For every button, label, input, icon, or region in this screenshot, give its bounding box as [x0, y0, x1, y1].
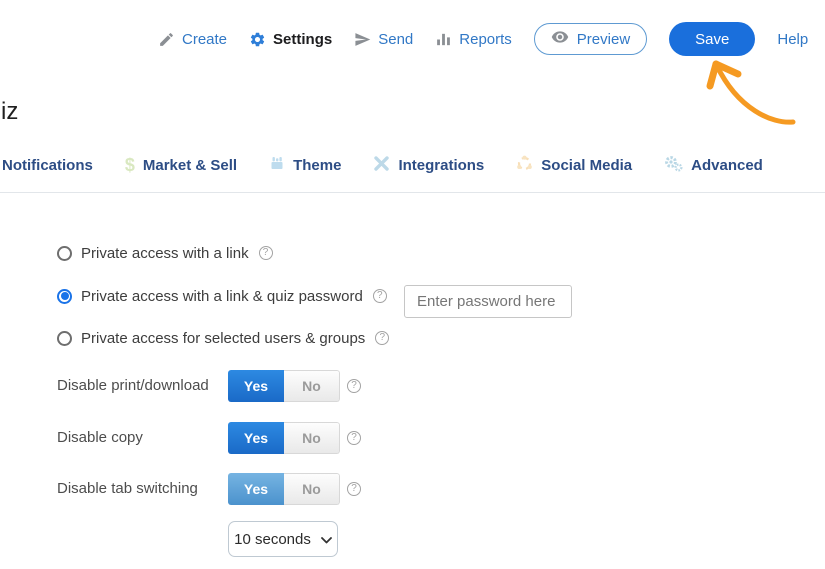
quiz-title-fragment: iz [1, 98, 18, 126]
tabbar-divider [0, 192, 825, 193]
radio-private-link-password[interactable] [57, 289, 72, 304]
preview-button[interactable]: Preview [534, 23, 647, 55]
help-icon[interactable]: ? [347, 482, 361, 496]
tab-theme[interactable]: Theme [269, 155, 341, 175]
nav-settings-label: Settings [273, 31, 332, 48]
radio-private-users-groups[interactable] [57, 331, 72, 346]
toggle-no-button[interactable]: No [284, 422, 340, 454]
nav-send[interactable]: Send [354, 31, 413, 48]
tab-market-sell[interactable]: $ Market & Sell [125, 156, 237, 174]
radio-private-link-password-label: Private access with a link & quiz passwo… [81, 288, 363, 305]
save-annotation-arrow-icon [700, 55, 800, 132]
disable-tab-switching-toggle: Yes No [228, 473, 340, 505]
tab-switch-delay-value: 10 seconds [234, 531, 311, 548]
top-navigation: Create Settings Send Reports Preview Sav… [158, 22, 808, 56]
toggle-yes-button[interactable]: Yes [228, 422, 284, 454]
nav-send-label: Send [378, 31, 413, 48]
access-option-password: Private access with a link & quiz passwo… [57, 287, 387, 305]
tab-integrations[interactable]: Integrations [373, 155, 484, 176]
bar-chart-icon [435, 31, 452, 48]
disable-tab-switching-row: Disable tab switching Yes No ? [57, 473, 387, 505]
settings-tabbar: Notifications $ Market & Sell Theme Inte… [2, 153, 763, 177]
access-option-users-groups: Private access for selected users & grou… [57, 329, 389, 347]
quiz-password-input[interactable] [404, 285, 572, 318]
nav-settings[interactable]: Settings [249, 31, 332, 48]
pencil-icon [158, 31, 175, 48]
nav-reports[interactable]: Reports [435, 31, 512, 48]
tab-switch-delay-select[interactable]: 10 seconds [228, 521, 338, 557]
toggle-no-button[interactable]: No [284, 370, 340, 402]
help-icon[interactable]: ? [259, 246, 273, 260]
help-icon[interactable]: ? [347, 431, 361, 445]
send-icon [354, 31, 371, 48]
tools-icon [373, 155, 390, 176]
chevron-down-icon [321, 531, 332, 548]
toggle-no-button[interactable]: No [284, 473, 340, 505]
share-network-icon [516, 155, 533, 176]
dollar-icon: $ [125, 156, 135, 174]
tab-notifications[interactable]: Notifications [2, 157, 93, 174]
nav-create-label: Create [182, 31, 227, 48]
radio-private-users-groups-label: Private access for selected users & grou… [81, 330, 365, 347]
toggle-yes-button[interactable]: Yes [228, 473, 284, 505]
help-icon[interactable]: ? [373, 289, 387, 303]
disable-tab-switching-label: Disable tab switching [57, 473, 198, 505]
disable-print-download-row: Disable print/download Yes No ? [57, 370, 387, 402]
help-icon[interactable]: ? [375, 331, 389, 345]
gears-icon [664, 155, 683, 176]
help-link[interactable]: Help [777, 31, 808, 48]
preview-button-label: Preview [577, 31, 630, 48]
access-option-link: Private access with a link ? [57, 244, 273, 262]
nav-reports-label: Reports [459, 31, 512, 48]
tab-theme-label: Theme [293, 157, 341, 174]
tab-social-media-label: Social Media [541, 157, 632, 174]
gear-icon [249, 31, 266, 48]
nav-create[interactable]: Create [158, 31, 227, 48]
disable-print-download-label: Disable print/download [57, 370, 209, 402]
toggle-yes-button[interactable]: Yes [228, 370, 284, 402]
disable-copy-label: Disable copy [57, 422, 143, 454]
eye-icon [551, 28, 569, 50]
tab-notifications-label: Notifications [2, 157, 93, 174]
disable-print-download-toggle: Yes No [228, 370, 340, 402]
tab-advanced-label: Advanced [691, 157, 763, 174]
help-icon[interactable]: ? [347, 379, 361, 393]
disable-copy-row: Disable copy Yes No ? [57, 422, 387, 454]
tab-integrations-label: Integrations [398, 157, 484, 174]
tab-social-media[interactable]: Social Media [516, 155, 632, 176]
radio-private-link-label: Private access with a link [81, 245, 249, 262]
save-button[interactable]: Save [669, 22, 755, 56]
tab-advanced[interactable]: Advanced [664, 155, 763, 176]
disable-copy-toggle: Yes No [228, 422, 340, 454]
brush-icon [269, 155, 285, 175]
radio-private-link[interactable] [57, 246, 72, 261]
tab-market-sell-label: Market & Sell [143, 157, 237, 174]
